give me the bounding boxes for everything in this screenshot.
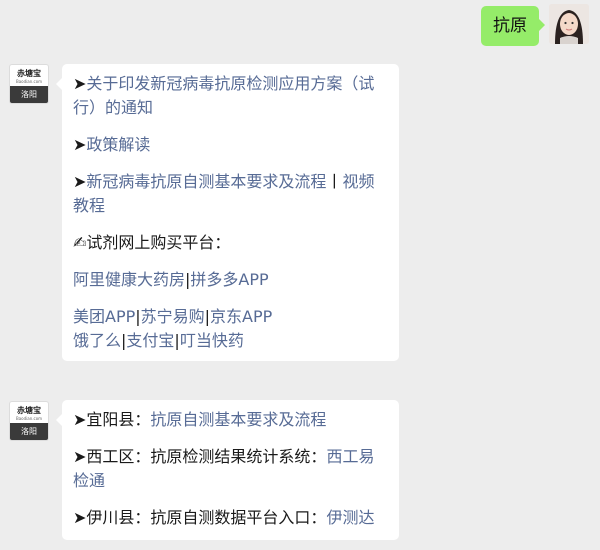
account-avatar[interactable]: 赤塘宝 Baodian.com 洛阳 [9, 401, 49, 441]
message-bubble-1: ➤关于印发新冠病毒抗原检测应用方案（试 行）的通知 ➤政策解读 ➤新冠病毒抗原自… [56, 64, 399, 361]
list-item: ➤宜阳县：抗原自测基本要求及流程 [73, 408, 387, 432]
county-link[interactable]: 西工易 [326, 447, 374, 466]
arrow-icon: ➤ [73, 74, 87, 93]
separator: 丨 [326, 172, 343, 191]
platform-row: 饿了么|支付宝|叮当快药 [73, 329, 387, 353]
county-label: 西工区： [86, 447, 151, 466]
notice-link[interactable]: 关于印发新冠病毒抗原检测应用方案（试 [86, 74, 374, 93]
avatar-brand: 赤塘宝 [17, 68, 41, 78]
my-message-text: 抗原 [493, 16, 527, 36]
system-label: 抗原检测结果统计系统： [150, 447, 327, 466]
avatar-logo: 赤塘宝 Baodian.com [10, 402, 48, 424]
selftest-link[interactable]: 新冠病毒抗原自测基本要求及流程 [86, 172, 326, 191]
platform-link[interactable]: 饿了么 [73, 331, 121, 350]
platform-link[interactable]: 拼多多APP [190, 270, 268, 289]
arrow-icon: ➤ [73, 172, 87, 191]
county-label: 宜阳县： [86, 410, 151, 429]
account-avatar[interactable]: 赤塘宝 Baodian.com 洛阳 [9, 64, 49, 104]
user-portrait-icon [549, 4, 589, 44]
platform-link[interactable]: 苏宁易购 [141, 307, 205, 326]
list-item: ➤政策解读 [73, 133, 387, 157]
platform-row: 阿里健康大药房|拼多多APP [73, 268, 387, 292]
platform-link[interactable]: 美团APP [73, 307, 135, 326]
county-link[interactable]: 伊测达 [326, 508, 374, 527]
my-avatar[interactable] [549, 4, 589, 44]
county-link[interactable]: 抗原自测基本要求及流程 [150, 410, 326, 429]
avatar-city: 洛阳 [10, 423, 48, 440]
policy-link[interactable]: 政策解读 [86, 135, 150, 154]
platform-link[interactable]: 阿里健康大药房 [73, 270, 185, 289]
county-label: 伊川县： [86, 508, 151, 527]
platform-link[interactable]: 支付宝 [126, 331, 174, 350]
platform-row: 美团APP|苏宁易购|京东APP [73, 305, 387, 329]
video-link-cont[interactable]: 教程 [73, 194, 387, 218]
writing-hand-icon: ✍ [73, 233, 87, 252]
avatar-city: 洛阳 [10, 86, 48, 103]
platform-link[interactable]: 京东APP [210, 307, 272, 326]
arrow-icon: ➤ [73, 410, 87, 429]
list-item: ➤新冠病毒抗原自测基本要求及流程丨视频 [73, 170, 387, 194]
list-item: ➤关于印发新冠病毒抗原检测应用方案（试 [73, 72, 387, 96]
buy-heading-text: 试剂网上购买平台： [86, 233, 231, 252]
avatar-brand: 赤塘宝 [17, 405, 41, 415]
message-bubble-2: ➤宜阳县：抗原自测基本要求及流程 ➤西工区：抗原检测结果统计系统：西工易 检通 … [56, 400, 399, 540]
arrow-icon: ➤ [73, 135, 87, 154]
list-item: ➤西工区：抗原检测结果统计系统：西工易 [73, 445, 387, 469]
list-item: ➤伊川县：抗原自测数据平台入口：伊测达 [73, 506, 387, 530]
county-link-cont[interactable]: 检通 [73, 469, 387, 493]
system-label: 抗原自测数据平台入口： [150, 508, 327, 527]
arrow-icon: ➤ [73, 508, 87, 527]
notice-link-cont[interactable]: 行）的通知 [73, 96, 387, 120]
avatar-logo: 赤塘宝 Baodian.com [10, 65, 48, 87]
my-message-bubble[interactable]: 抗原 [481, 6, 545, 46]
video-link[interactable]: 视频 [342, 172, 374, 191]
buy-heading: ✍试剂网上购买平台： [73, 231, 387, 255]
avatar-brand-sub: Baodian.com [15, 78, 43, 84]
platform-link[interactable]: 叮当快药 [180, 331, 244, 350]
arrow-icon: ➤ [73, 447, 87, 466]
avatar-brand-sub: Baodian.com [15, 415, 43, 421]
